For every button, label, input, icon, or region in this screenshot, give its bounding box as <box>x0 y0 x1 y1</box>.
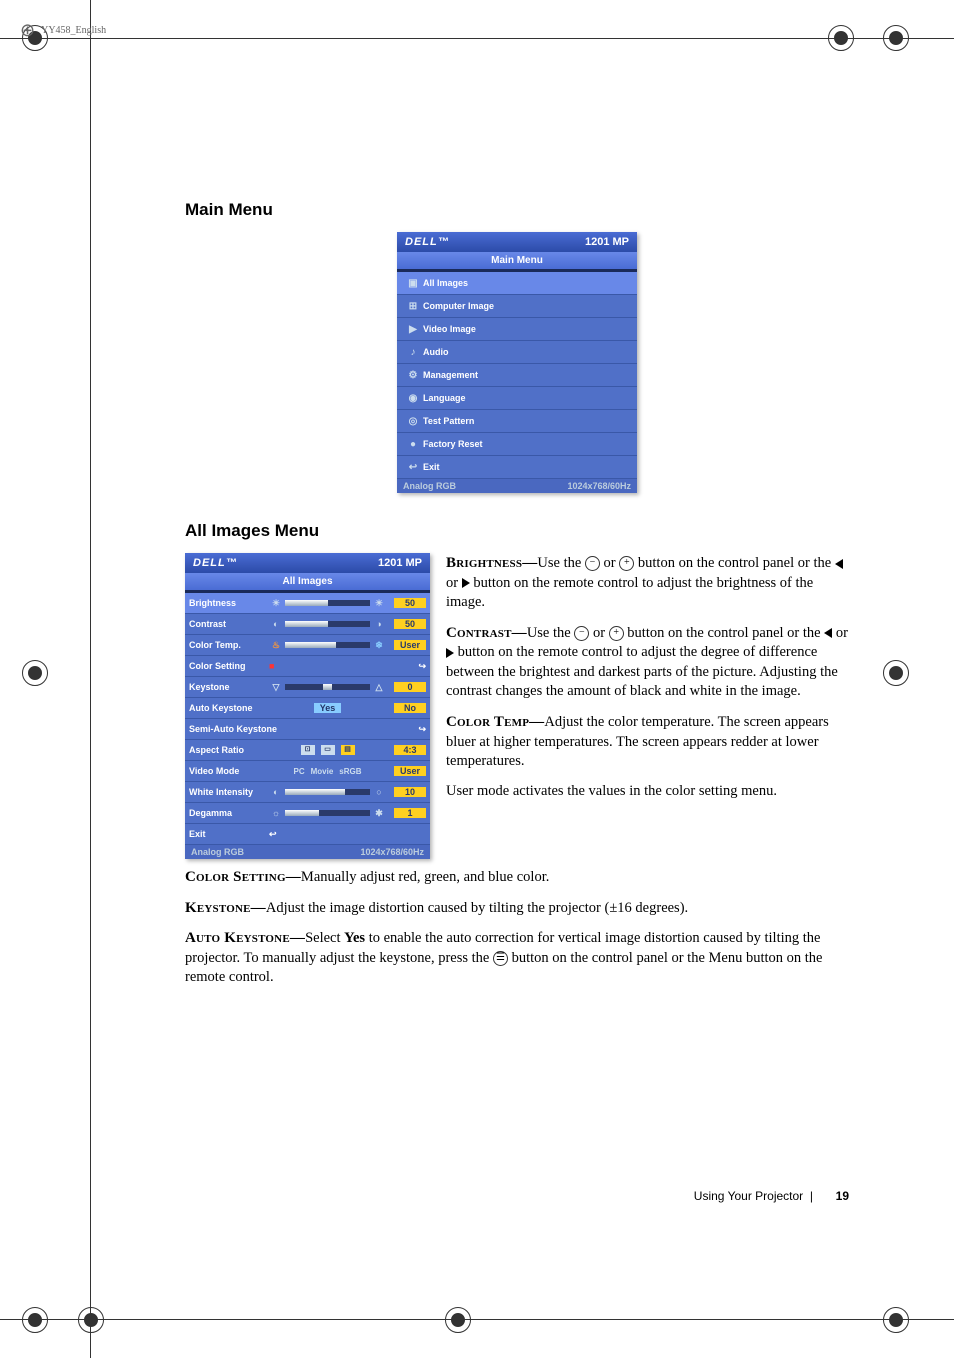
para-colorsetting: Color Setting—Manually adjust red, green… <box>185 867 849 888</box>
resolution: 1024x768/60Hz <box>360 847 424 857</box>
row-whiteint[interactable]: White Intensity◐○10 <box>185 782 430 803</box>
heading-allimages: All Images Menu <box>185 521 849 541</box>
monitor-icon: ▣ <box>403 278 423 289</box>
dell-logo: DELL™ <box>405 236 450 248</box>
page-footer: Using Your Projector | 19 <box>694 1189 849 1203</box>
rgb-icon: ■ <box>269 661 274 671</box>
gear-icon: ⚙ <box>403 370 423 381</box>
para-keystone: Keystone—Adjust the image distortion cau… <box>185 898 849 919</box>
resolution: 1024x768/60Hz <box>567 481 631 491</box>
osd-all-images: DELL™1201 MP All Images Brightness☀☀50 C… <box>185 553 430 859</box>
row-contrast[interactable]: Contrast◐◑50 <box>185 614 430 635</box>
sun-icon: ☼ <box>269 808 283 818</box>
arrow-icon: ↪ <box>418 724 426 735</box>
filename: YY458_English <box>41 25 106 36</box>
source: Analog RGB <box>191 847 244 857</box>
sun-low-icon: ☀ <box>269 598 283 609</box>
menu-item-all-images[interactable]: ▣All Images <box>397 272 637 295</box>
row-keystone[interactable]: Keystone▽△0 <box>185 677 430 698</box>
video-icon: ▶ <box>403 324 423 335</box>
trap-down-icon: ▽ <box>269 682 283 693</box>
speaker-icon: ♪ <box>403 347 423 358</box>
row-autokeystone[interactable]: Auto KeystoneYesNo <box>185 698 430 719</box>
osd-title: All Images <box>185 573 430 590</box>
arrow-icon: ↪ <box>418 661 426 672</box>
row-aspect[interactable]: Aspect Ratio⊡▭▤4:3 <box>185 740 430 761</box>
computer-icon: ⊞ <box>403 301 423 312</box>
star-icon: ✱ <box>372 808 386 819</box>
left-icon <box>835 559 843 569</box>
row-brightness[interactable]: Brightness☀☀50 <box>185 593 430 614</box>
menu-item-reset[interactable]: ●Factory Reset <box>397 433 637 456</box>
menu-item-test[interactable]: ◎Test Pattern <box>397 410 637 433</box>
dell-logo: DELL™ <box>193 557 238 569</box>
para-brightness: Brightness—Use the − or + button on the … <box>446 553 849 613</box>
para-usermode: User mode activates the values in the co… <box>446 782 849 802</box>
plus-icon: + <box>609 626 624 641</box>
osd-main-menu: DELL™ 1201 MP Main Menu ▣All Images ⊞Comp… <box>397 232 637 493</box>
menu-item-computer[interactable]: ⊞Computer Image <box>397 295 637 318</box>
source: Analog RGB <box>403 481 456 491</box>
right-icon <box>462 578 470 588</box>
row-colorsetting[interactable]: Color Setting■↪ <box>185 656 430 677</box>
minus-icon: − <box>585 556 600 571</box>
heading-main: Main Menu <box>185 200 849 220</box>
row-degamma[interactable]: Degamma☼✱1 <box>185 803 430 824</box>
menu-icon: ☰ <box>493 951 508 966</box>
globe-icon: ◉ <box>403 393 423 404</box>
pattern-icon: ◎ <box>403 416 423 427</box>
cool-icon: ❄ <box>372 640 386 651</box>
right-icon <box>446 648 454 658</box>
half-icon: ◐ <box>269 787 283 797</box>
moon-icon: ◐ <box>269 619 283 629</box>
row-colortemp[interactable]: Color Temp.♨❄User <box>185 635 430 656</box>
trap-up-icon: △ <box>372 682 386 693</box>
back-icon: ↩ <box>403 462 423 473</box>
back-icon: ↩ <box>269 829 277 840</box>
model: 1201 MP <box>585 236 629 248</box>
row-exit[interactable]: Exit↩ <box>185 824 430 845</box>
reset-icon: ● <box>403 439 423 450</box>
osd-title: Main Menu <box>397 252 637 269</box>
menu-item-exit[interactable]: ↩Exit <box>397 456 637 479</box>
sun-high-icon: ☀ <box>372 598 386 609</box>
menu-item-audio[interactable]: ♪Audio <box>397 341 637 364</box>
fire-icon: ♨ <box>269 640 283 651</box>
full-icon: ○ <box>372 787 386 797</box>
para-contrast: Contrast—Use the − or + button on the co… <box>446 623 849 702</box>
para-colortemp: Color Temp—Adjust the color temperature.… <box>446 712 849 772</box>
row-semiauto[interactable]: Semi-Auto Keystone↪ <box>185 719 430 740</box>
minus-icon: − <box>574 626 589 641</box>
menu-item-language[interactable]: ◉Language <box>397 387 637 410</box>
circle-icon: ◑ <box>372 619 386 629</box>
plus-icon: + <box>619 556 634 571</box>
menu-item-management[interactable]: ⚙Management <box>397 364 637 387</box>
model: 1201 MP <box>378 557 422 569</box>
para-autokeystone: Auto Keystone—Select Yes to enable the a… <box>185 928 849 988</box>
menu-item-video[interactable]: ▶Video Image <box>397 318 637 341</box>
row-videomode[interactable]: Video ModePCMoviesRGBUser <box>185 761 430 782</box>
